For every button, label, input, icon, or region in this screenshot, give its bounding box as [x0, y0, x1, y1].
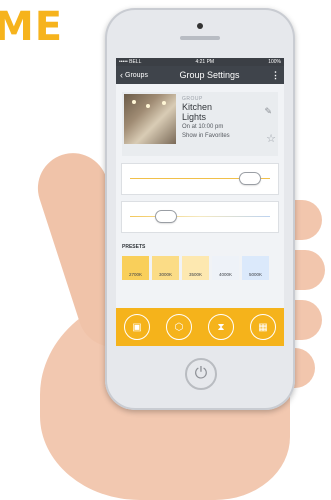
navigation-bar: ‹ Groups Group Settings ⋮: [116, 66, 284, 84]
more-menu-icon[interactable]: ⋮: [271, 70, 280, 81]
group-name-line1: Kitchen: [182, 102, 213, 112]
group-info: GROUP Kitchen Lights On at 10:00 pm Show…: [182, 94, 276, 154]
color-temp-track: [130, 216, 270, 217]
brand-logo: ME: [0, 4, 64, 50]
preset-3500k[interactable]: 3500K: [182, 256, 209, 280]
bottom-tab-bar: ▣ ⬡ ⧗ ▦: [116, 308, 284, 346]
presets-row: 2700K 3000K 3500K 4000K 5000K: [122, 256, 278, 280]
status-time: 4:21 PM: [195, 59, 215, 65]
preset-2700k[interactable]: 2700K: [122, 256, 149, 280]
brightness-thumb[interactable]: [240, 173, 261, 184]
group-photo: [124, 94, 176, 144]
power-icon[interactable]: ⏻: [185, 358, 217, 390]
phone-device: ••••• BELL 4:21 PM 100% ‹ Groups Group S…: [105, 8, 295, 410]
bulb-dimmer-icon[interactable]: ▣: [124, 314, 150, 340]
light-dot: [132, 100, 136, 104]
brightness-slider[interactable]: [122, 164, 278, 194]
schedule-calendar-icon[interactable]: ▦: [250, 314, 276, 340]
back-label: Groups: [125, 71, 148, 79]
star-favorite-icon[interactable]: ☆: [266, 132, 276, 145]
trademark-mark: ™: [52, 12, 58, 18]
app-screen: ••••• BELL 4:21 PM 100% ‹ Groups Group S…: [116, 58, 284, 346]
page-title: Group Settings: [179, 70, 240, 80]
timer-icon[interactable]: ⧗: [208, 314, 234, 340]
preset-3000k[interactable]: 3000K: [152, 256, 179, 280]
group-name-line2: Lights: [182, 112, 207, 122]
preset-4000k[interactable]: 4000K: [212, 256, 239, 280]
group-schedule: On at 10:00 pm: [182, 124, 224, 130]
group-card: GROUP Kitchen Lights On at 10:00 pm Show…: [122, 92, 278, 156]
presets-label: PRESETS: [122, 244, 146, 250]
back-button[interactable]: ‹ Groups: [120, 70, 148, 80]
front-camera: [197, 23, 203, 29]
battery-label: 100%: [268, 59, 281, 65]
status-bar: ••••• BELL 4:21 PM 100%: [116, 58, 284, 66]
pencil-edit-icon[interactable]: ✎: [264, 106, 272, 117]
preset-5000k[interactable]: 5000K: [242, 256, 269, 280]
group-icon[interactable]: ⬡: [166, 314, 192, 340]
chevron-left-icon: ‹: [120, 70, 123, 80]
color-temp-slider[interactable]: [122, 202, 278, 232]
favorites-label: Show in Favorites: [182, 133, 230, 139]
color-temp-thumb[interactable]: [156, 211, 177, 222]
carrier-label: ••••• BELL: [119, 59, 142, 65]
light-dot: [162, 101, 166, 105]
earpiece-speaker: [180, 36, 220, 40]
light-dot: [146, 104, 150, 108]
